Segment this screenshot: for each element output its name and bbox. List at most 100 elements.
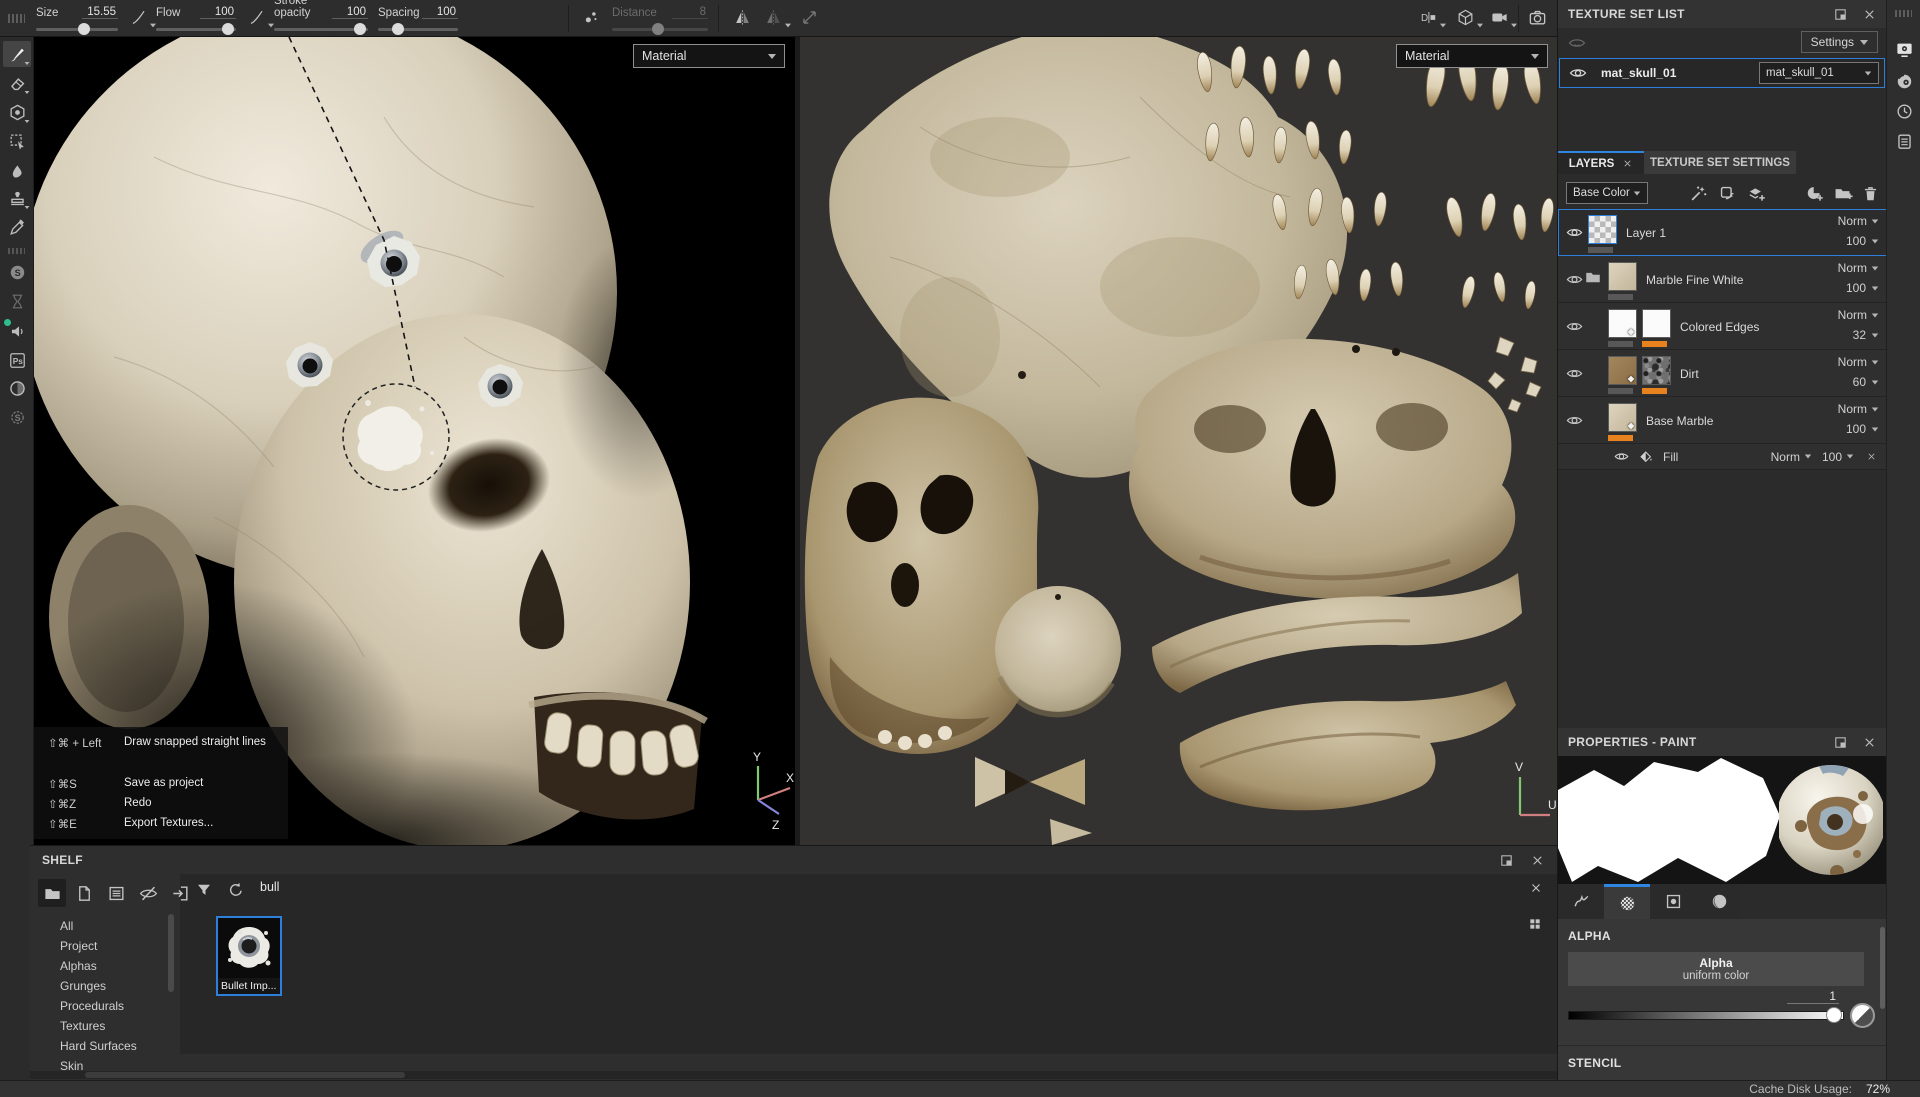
layer-row-dirt[interactable]: Dirt Norm 60 [1558,350,1887,397]
viewport-split-mode-icon[interactable] [1419,8,1446,28]
smudge-tool-button[interactable] [3,157,31,183]
eraser-tool-button[interactable] [3,70,31,96]
grid-view-icon[interactable] [1527,916,1543,932]
detach-panel-icon[interactable] [1833,7,1848,22]
properties-scrollbar[interactable] [1880,927,1885,1009]
polygon-fill-tool-button[interactable] [3,128,31,154]
delete-layer-icon[interactable] [1861,184,1880,203]
flow-slider[interactable] [156,23,236,35]
clone-tool-button[interactable] [3,185,31,211]
close-tab-icon[interactable] [1622,158,1633,169]
log-button[interactable] [1893,130,1915,152]
layer-row-base-marble[interactable]: Base Marble Norm 100 [1558,397,1887,444]
viewer-settings-button[interactable] [1893,70,1915,92]
symmetry-icon[interactable] [733,8,752,27]
layer-thumbnail[interactable] [1608,309,1637,338]
detach-panel-icon[interactable] [1833,735,1848,750]
camera-icon[interactable] [1490,8,1517,28]
display-settings-button[interactable] [1893,38,1915,60]
add-smart-material-icon[interactable] [1718,184,1737,203]
alpha-resource-button[interactable]: Alpha uniform color [1568,952,1864,986]
refresh-shelf-icon[interactable] [227,881,245,899]
lazy-mouse-icon[interactable] [800,8,819,27]
add-effect-icon[interactable] [1689,184,1708,203]
layer-thumbnail[interactable] [1608,356,1637,385]
layer-row-colored-edges[interactable]: Colored Edges Norm 32 [1558,303,1887,350]
paint-tool-button[interactable] [3,41,31,67]
blend-mode-dropdown[interactable]: Norm [1838,355,1879,369]
alpha-slider-knob[interactable] [1826,1007,1842,1023]
mesh-display-icon[interactable] [1456,8,1483,28]
tab-alpha-properties[interactable] [1604,884,1650,919]
tab-material-properties[interactable] [1696,884,1742,919]
shelf-category-procedurals[interactable]: Procedurals [60,999,124,1013]
shelf-category-textures[interactable]: Textures [60,1019,105,1033]
layer-row-marble-fine-white[interactable]: Marble Fine White Norm 100 [1558,256,1887,303]
stroke-opacity-value[interactable]: 100 [332,6,368,19]
detach-panel-icon[interactable] [1499,853,1514,868]
shelf-folders-button[interactable] [38,879,66,907]
layer-visibility-eye-icon[interactable] [1566,318,1583,335]
photoshop-export-button[interactable] [3,347,31,373]
alpha-gradient-slider[interactable] [1568,1011,1844,1020]
layer-mask-thumbnail[interactable] [1642,309,1671,338]
layer-thumbnail[interactable] [1588,215,1617,244]
symmetry-settings-icon[interactable] [764,8,791,28]
add-layer-icon[interactable] [1747,184,1766,203]
layer-thumbnail[interactable] [1608,403,1637,432]
announcements-button[interactable] [3,318,31,344]
size-value[interactable]: 15.55 [82,6,118,19]
alpha-invert-icon[interactable] [1850,1003,1875,1028]
spacing-value[interactable]: 100 [422,6,458,19]
opacity-dropdown[interactable]: 100 [1846,281,1879,295]
viewport-2d-uv[interactable]: Material V U [800,37,1557,845]
layer-visibility-eye-icon[interactable] [1566,224,1583,241]
size-pressure-toggle[interactable] [129,8,156,28]
category-scrollbar[interactable] [168,914,174,992]
toolbar-drag-handle[interactable] [8,14,25,23]
shelf-category-hard-surfaces[interactable]: Hard Surfaces [60,1039,137,1053]
shelf-category-all[interactable]: All [60,919,73,933]
layer-visibility-eye-icon[interactable] [1566,412,1583,429]
viewport3d-material-mode-dropdown[interactable]: Material [633,44,785,68]
substance-source-button[interactable] [3,259,31,285]
shelf-import-button[interactable] [166,879,194,907]
blend-mode-dropdown[interactable]: Norm [1838,214,1879,228]
stroke-opacity-slider[interactable] [274,23,368,35]
flow-pressure-toggle[interactable] [247,8,274,28]
tab-layers[interactable]: LAYERS [1558,151,1644,174]
channel-selector-dropdown[interactable]: Base Color [1566,182,1648,204]
clear-search-icon[interactable] [1529,881,1543,895]
shelf-hscroll-thumb[interactable] [85,1072,405,1078]
effect-opacity-dropdown[interactable]: 100 [1822,450,1854,464]
shelf-category-project[interactable]: Project [60,939,97,953]
flow-slider-knob[interactable] [222,23,234,35]
tab-texture-set-settings[interactable]: TEXTURE SET SETTINGS [1644,151,1796,174]
snapshot-camera-icon[interactable] [1528,8,1547,27]
iray-render-button[interactable] [3,375,31,401]
effect-blend-dropdown[interactable]: Norm [1771,450,1812,464]
eye-link-icon[interactable] [1568,34,1586,52]
texture-set-visibility-eye-icon[interactable] [1569,64,1587,82]
shelf-hide-button[interactable] [134,879,162,907]
substance-share-button[interactable] [3,404,31,430]
flow-value[interactable]: 100 [200,6,236,19]
add-mask-icon[interactable] [1805,184,1824,203]
layer-effect-row-fill[interactable]: Fill Norm 100 [1558,444,1887,470]
material-picker-tool-button[interactable] [3,214,31,240]
blend-mode-dropdown[interactable]: Norm [1838,402,1879,416]
texture-set-row[interactable]: mat_skull_01 mat_skull_01 [1559,58,1885,88]
opacity-dropdown[interactable]: 100 [1846,422,1879,436]
tab-stencil-properties[interactable] [1650,884,1696,919]
shelf-details-view-button[interactable] [102,879,130,907]
layer-visibility-eye-icon[interactable] [1566,271,1583,288]
viewport-3d[interactable]: Material ⇧⌘ + Left Draw snapped straight … [34,37,795,845]
add-folder-icon[interactable] [1834,184,1853,203]
effect-visibility-eye-icon[interactable] [1614,449,1629,464]
layer-visibility-eye-icon[interactable] [1566,365,1583,382]
blend-mode-dropdown[interactable]: Norm [1838,261,1879,275]
pending-tasks-icon[interactable] [3,288,31,314]
shelf-search-input[interactable] [260,880,460,894]
history-button[interactable] [1893,100,1915,122]
projection-tool-button[interactable] [3,99,31,125]
